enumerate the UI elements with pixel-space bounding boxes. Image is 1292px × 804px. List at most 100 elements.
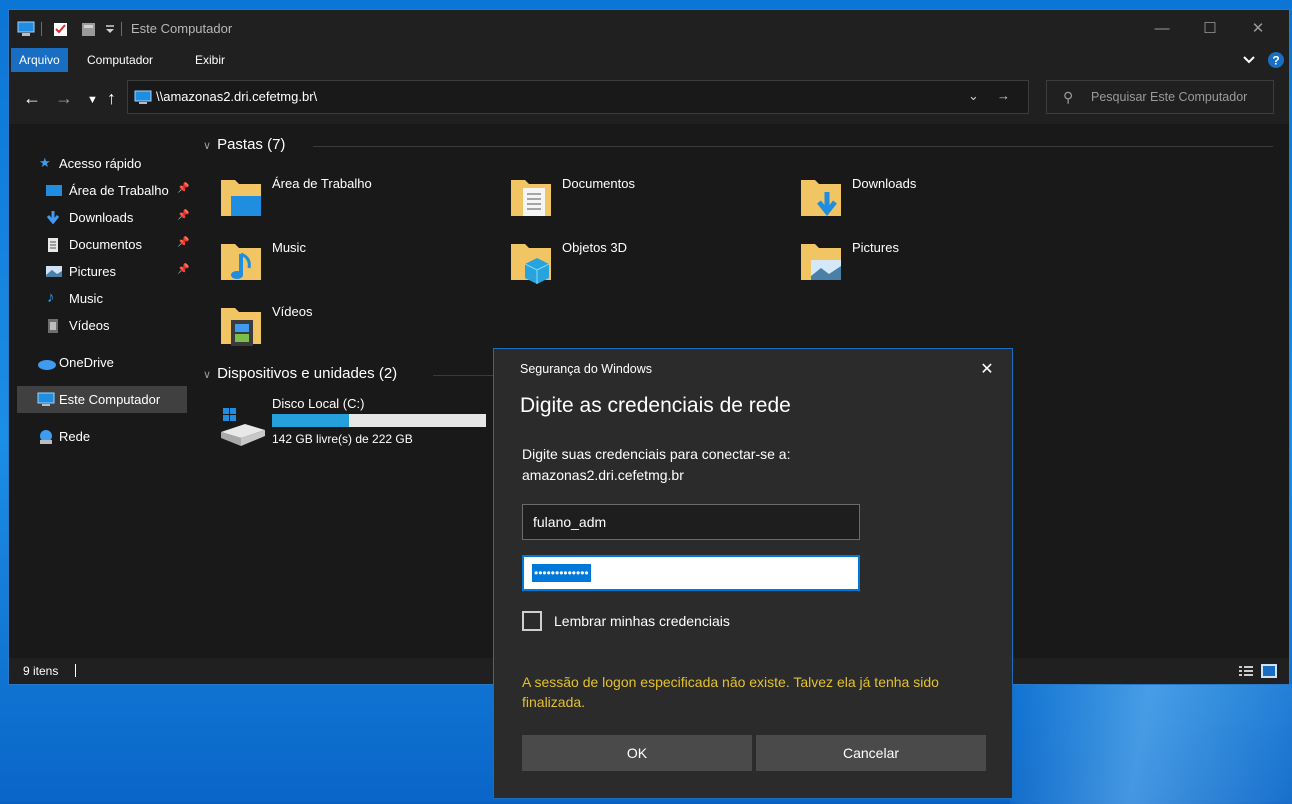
username-field[interactable]: fulano_adm [522,504,860,540]
wallpaper-light-beam [1010,684,1292,804]
group-header-pastas[interactable]: ∨ Pastas (7) [203,136,1283,153]
pin-icon: 📌 [177,237,190,248]
chevron-down-icon: ∨ [203,369,212,381]
close-window-button[interactable]: ✕ [1235,10,1281,48]
sidebar-item-downloads[interactable]: Downloads 📌 [17,204,190,231]
dialog-close-button[interactable]: ✕ [964,355,1010,385]
folder-item-videos[interactable]: Vídeos [189,296,459,354]
cancel-button[interactable]: Cancelar [756,735,986,771]
dialog-title: Digite as credenciais de rede [520,394,791,417]
3d-objects-folder-icon [511,244,551,284]
download-icon [46,211,60,225]
local-disk-icon [221,408,265,446]
folder-label: Pictures [852,240,899,255]
chevron-down-icon: ∨ [203,140,212,152]
item-count: 9 itens [23,664,59,678]
computer-icon [17,21,35,36]
music-folder-icon [221,244,261,280]
desktop-icon [46,185,62,196]
dialog-prompt: Digite suas credenciais para conectar-se… [522,446,791,462]
sidebar-item-acesso-rapido[interactable]: ★ Acesso rápido [17,150,187,177]
sidebar-item-label: Acesso rápido [59,156,142,171]
folder-item-pictures[interactable]: Pictures [769,232,1039,290]
sidebar-item-label: Área de Trabalho [69,183,169,198]
pin-icon: 📌 [177,210,190,221]
minimize-button[interactable]: — [1139,10,1185,48]
navigation-pane: ★ Acesso rápido Área de Trabalho 📌 Downl… [9,124,189,658]
folder-label: Documentos [562,176,635,191]
folder-label: Área de Trabalho [272,176,372,191]
pin-icon: 📌 [177,183,190,194]
drive-item-disco-local[interactable]: Disco Local (C:) 142 GB livre(s) de 222 … [217,396,517,456]
sidebar-item-label: Vídeos [69,318,110,333]
window-title: Este Computador [131,21,233,36]
folder-item-music[interactable]: Music [189,232,459,290]
properties-icon[interactable] [53,21,69,37]
navigation-bar: ← → ▼ ↑ \\amazonas2.dri.cefetmg.br\ ⌄ → … [9,72,1289,124]
music-note-icon: ♪ [47,289,55,306]
sidebar-item-pictures[interactable]: Pictures 📌 [17,258,189,285]
sidebar-item-este-computador[interactable]: Este Computador [17,386,187,413]
folder-item-objetos-3d[interactable]: Objetos 3D [479,232,749,290]
search-icon: ⚲ [1063,89,1074,105]
title-bar[interactable]: Este Computador — ☐ ✕ [9,10,1289,48]
password-field[interactable]: ••••••••••••• [522,555,860,591]
remember-credentials-label: Lembrar minhas credenciais [554,613,730,629]
recent-locations-button[interactable]: ▼ [87,90,98,110]
folder-label: Music [272,240,306,255]
drive-free-space: 142 GB livre(s) de 222 GB [272,432,413,446]
pictures-icon [46,266,62,277]
details-view-icon[interactable] [1239,665,1253,677]
up-button[interactable]: ↑ [107,88,116,108]
folder-item-downloads[interactable]: Downloads [769,168,1039,226]
expand-ribbon-icon[interactable] [1243,56,1255,64]
remember-credentials-option[interactable]: Lembrar minhas credenciais [522,611,822,635]
sidebar-item-label: OneDrive [59,355,114,370]
toolbar-separator [121,22,122,36]
computer-icon [134,90,152,104]
star-icon: ★ [39,155,51,170]
back-button[interactable]: ← [23,88,41,108]
remember-credentials-checkbox[interactable] [522,611,542,631]
cloud-icon [38,360,56,370]
folder-label: Downloads [852,176,917,191]
sidebar-item-music[interactable]: ♪ Music [17,285,187,312]
desktop-folder-icon [221,180,261,216]
folder-label: Objetos 3D [562,240,628,255]
document-icon [48,238,58,252]
address-bar[interactable]: \\amazonas2.dri.cefetmg.br\ ⌄ → [127,80,1029,114]
maximize-button[interactable]: ☐ [1187,10,1233,48]
folder-item-documentos[interactable]: Documentos [479,168,749,226]
videos-folder-icon [221,308,261,346]
new-folder-icon[interactable] [81,21,97,37]
sidebar-item-documentos[interactable]: Documentos 📌 [17,231,190,258]
address-history-dropdown[interactable]: ⌄ → [968,88,1028,104]
sidebar-item-videos[interactable]: Vídeos [17,312,187,339]
tab-arquivo[interactable]: Arquivo [11,48,68,72]
customize-quick-access-icon[interactable] [105,25,115,41]
status-separator [75,664,76,677]
sidebar-item-label: Downloads [69,210,134,225]
group-header-label: Pastas (7) [217,136,286,153]
help-icon[interactable]: ? [1267,51,1285,69]
sidebar-item-rede[interactable]: Rede [17,423,187,450]
error-message: A sessão de logon especificada não exist… [522,674,939,710]
computer-icon [37,392,55,406]
tab-computador[interactable]: Computador [79,48,161,72]
sidebar-item-area-de-trabalho[interactable]: Área de Trabalho 📌 [17,177,190,204]
downloads-folder-icon [801,180,841,217]
search-box[interactable]: ⚲ Pesquisar Este Computador [1046,80,1274,114]
sidebar-item-onedrive[interactable]: OneDrive [17,349,187,376]
drive-usage-fill [272,414,350,427]
sidebar-item-label: Este Computador [59,392,161,407]
ok-button[interactable]: OK [522,735,752,771]
tab-exibir[interactable]: Exibir [187,48,233,72]
forward-button[interactable]: → [55,88,73,108]
sidebar-item-label: Pictures [69,264,116,279]
sidebar-item-label: Rede [59,429,91,444]
search-placeholder: Pesquisar Este Computador [1091,90,1248,104]
large-icons-view-icon[interactable] [1261,664,1277,678]
folder-item-area-de-trabalho[interactable]: Área de Trabalho [189,168,459,226]
group-header-label: Dispositivos e unidades (2) [217,365,398,382]
address-text[interactable]: \\amazonas2.dri.cefetmg.br\ [156,89,317,104]
